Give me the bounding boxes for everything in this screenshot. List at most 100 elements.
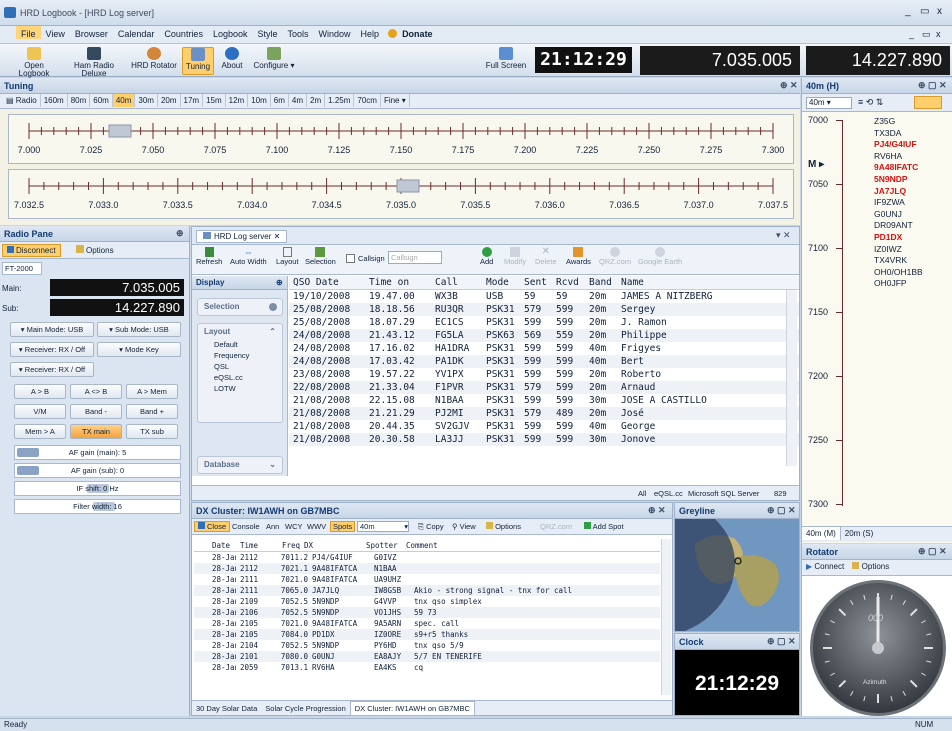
band-160m[interactable]: 160m (41, 94, 68, 107)
rotator-connect-button[interactable]: ▶ Connect (806, 562, 844, 571)
col-sent[interactable]: Sent (524, 276, 556, 290)
dx-add-spot-button[interactable]: Add Spot (584, 522, 624, 531)
clock-controls-icon[interactable]: ⊕ ▢ ✕ (767, 636, 796, 647)
dx-spots-tab[interactable]: Spots (330, 521, 356, 532)
dx-options-button[interactable]: Options (486, 522, 521, 531)
band-60m[interactable]: 60m (90, 94, 113, 107)
band-select[interactable]: 40m ▾ (806, 97, 852, 109)
band-spot-callsign[interactable]: PJ4/G4IUF (874, 139, 917, 149)
mode-key-dropdown[interactable]: ▾ Mode Key (97, 342, 181, 357)
dx-spot-row[interactable]: 28-Jan 2111 7065.0 JA7JLQ IW8GSB Akio - stron… (194, 585, 660, 596)
menu-view[interactable]: View (41, 26, 70, 39)
log-scrollbar[interactable] (786, 290, 797, 466)
dx-spot-row[interactable]: 28-Jan 2105 7084.0 PD1DX IZ0ORE s9+r5 thanks (194, 629, 660, 640)
band-panel-tools-icon[interactable]: ≡ ⟲ ⇅ (858, 97, 883, 108)
col-name[interactable]: Name (621, 276, 771, 290)
band-spot-callsign[interactable]: PD1DX (874, 232, 902, 242)
band-1-25m[interactable]: 1.25m (325, 94, 355, 107)
dx-spot-row[interactable]: 28-Jan 2106 7052.5 5N9NDP VO1JHS 59 73 (194, 607, 660, 618)
dx-col-spotter[interactable]: Spotter (366, 539, 406, 552)
band-spot-callsign[interactable]: DR09ANT (874, 220, 913, 230)
dx-spot-row[interactable]: 28-Jan 2101 7080.0 G0UNJ EA8AJY 5/7 EN TENERI… (194, 651, 660, 662)
menu-donate[interactable]: Donate (397, 26, 438, 39)
if-shift-slider[interactable]: IF shift: 0 Hz (14, 481, 181, 496)
band-30m[interactable]: 30m (135, 94, 158, 107)
col-qso-date[interactable]: QSO Date (289, 276, 369, 290)
maximize-button[interactable]: ▭ (920, 6, 929, 17)
dx-ann-tab[interactable]: Ann (266, 522, 279, 531)
dx-spot-row[interactable]: 28-Jan 2104 7052.5 5N9NDP PY6HD tnx qso 5/9 (194, 640, 660, 651)
dx-col-date[interactable]: Date (194, 539, 236, 552)
options-button[interactable]: Options (76, 245, 114, 255)
filter-width-slider[interactable]: Filter width: 16 (14, 499, 181, 514)
menu-countries[interactable]: Countries (159, 26, 208, 39)
band-spot-callsign[interactable]: Z35G (874, 116, 895, 126)
band-4m[interactable]: 4m (289, 94, 308, 107)
close-button[interactable]: x (937, 6, 942, 17)
receiver-sub-dropdown[interactable]: ▾ Receiver: RX / Off (10, 362, 94, 377)
band-spot-callsign[interactable]: 9A48IFATC (874, 162, 918, 172)
band-spot-callsign[interactable]: TX4VRK (874, 255, 907, 265)
log-row[interactable]: 19/10/2008 19.47.00 WX3B USB 59 59 20m JAMES A … (289, 290, 799, 303)
col-mode[interactable]: Mode (486, 276, 524, 290)
open-logbook-button[interactable]: Open Logbook (8, 47, 60, 78)
band-2m[interactable]: 2m (307, 94, 326, 107)
a-swap-b-button[interactable]: A <> B (70, 384, 122, 399)
band-spot-callsign[interactable]: RV6HA (874, 151, 902, 161)
disconnect-button[interactable]: Disconnect (2, 244, 61, 257)
tab-20m[interactable]: 20m (S) (841, 527, 877, 540)
dx-col-time[interactable]: Time (236, 539, 266, 552)
menu-calendar[interactable]: Calendar (113, 26, 160, 39)
band-spot-callsign[interactable]: OH0/OH1BB (874, 267, 923, 277)
dx-wcy-tab[interactable]: WCY (285, 522, 303, 531)
menu-file[interactable]: File (16, 26, 41, 39)
af-gain-sub-slider[interactable]: AF gain (sub): 0 (14, 463, 181, 478)
auto-width-button[interactable]: ⇔ Auto Width (230, 247, 267, 266)
dx-view-button[interactable]: ⚲ View (452, 522, 476, 531)
tx-sub-button[interactable]: TX sub (126, 424, 178, 439)
mdi-close-button[interactable]: x (936, 29, 941, 39)
af-gain-main-slider[interactable]: AF gain (main): 5 (14, 445, 181, 460)
greyline-controls-icon[interactable]: ⊕ ▢ ✕ (767, 505, 796, 516)
band-spot-callsign[interactable]: TX3DA (874, 128, 901, 138)
band-fine[interactable]: Fine ▾ (381, 94, 410, 107)
log-row[interactable]: 25/08/2008 18.07.29 EC1CS PSK31 599 599 20m J. … (289, 316, 799, 329)
coarse-tuning-cursor[interactable] (108, 124, 132, 138)
main-mode-dropdown[interactable]: ▾ Main Mode: USB (10, 322, 94, 337)
dx-spot-row[interactable]: 28-Jan 2059 7013.1 RV6HA EA4KS cq (194, 662, 660, 673)
log-row[interactable]: 24/08/2008 17.16.02 HA1DRA PSK31 599 599 40m Fr… (289, 342, 799, 355)
tab-40m[interactable]: 40m (M) (802, 527, 841, 540)
layout-item-qsl[interactable]: QSL (198, 361, 282, 372)
radio-band-button[interactable]: ▤ Radio (0, 94, 41, 107)
tab-solar-cycle[interactable]: Solar Cycle Progression (261, 702, 349, 715)
dx-console-tab[interactable]: Console (232, 522, 260, 531)
band-panel-controls-icon[interactable]: ⊕ ▢ ✕ (918, 80, 947, 91)
radio-model-tab[interactable]: FT-2000 (2, 262, 42, 275)
tuning-close-icon[interactable]: ⊕ ✕ (780, 80, 798, 91)
minimize-button[interactable]: _ (905, 6, 911, 17)
modify-button[interactable]: Modify (504, 247, 526, 266)
callsign-checkbox[interactable] (346, 254, 355, 263)
col-time-on[interactable]: Time on (369, 276, 435, 290)
band-spot-callsign[interactable]: IZ0IWZ (874, 244, 902, 254)
menu-tools[interactable]: Tools (283, 26, 314, 39)
dx-scrollbar[interactable] (661, 539, 671, 695)
menu-help[interactable]: Help (356, 26, 385, 39)
ham-radio-deluxe-button[interactable]: Ham Radio Deluxe (62, 47, 126, 78)
band-up-button[interactable]: Band + (126, 404, 178, 419)
about-button[interactable]: About (217, 47, 247, 75)
fine-tuning-scale[interactable]: 7.032.5 7.033.0 7.033.5 7.034.0 7.034.5 7.035… (8, 169, 794, 219)
af-gain-main-thumb[interactable] (17, 448, 39, 457)
af-gain-sub-thumb[interactable] (17, 466, 39, 475)
band-70cm[interactable]: 70cm (354, 94, 381, 107)
log-row[interactable]: 23/08/2008 19.57.22 YV1PX PSK31 599 599 20m Rob… (289, 368, 799, 381)
log-row[interactable]: 21/08/2008 20.44.35 SV2GJV PSK31 599 599 40m Ge… (289, 420, 799, 433)
band-10m[interactable]: 10m (248, 94, 271, 107)
layout-item-eqsl[interactable]: eQSL.cc (198, 372, 282, 383)
log-window-close-icon[interactable]: ▾ ✕ (776, 230, 791, 241)
dx-cluster-close-icon[interactable]: ⊕ ✕ (648, 505, 666, 516)
add-button[interactable]: Add (480, 247, 493, 266)
dx-col-comment[interactable]: Comment (406, 539, 586, 552)
dx-band-select[interactable]: 40m ▾ (357, 521, 409, 532)
band-spot-callsign[interactable]: IF9ZWA (874, 197, 905, 207)
